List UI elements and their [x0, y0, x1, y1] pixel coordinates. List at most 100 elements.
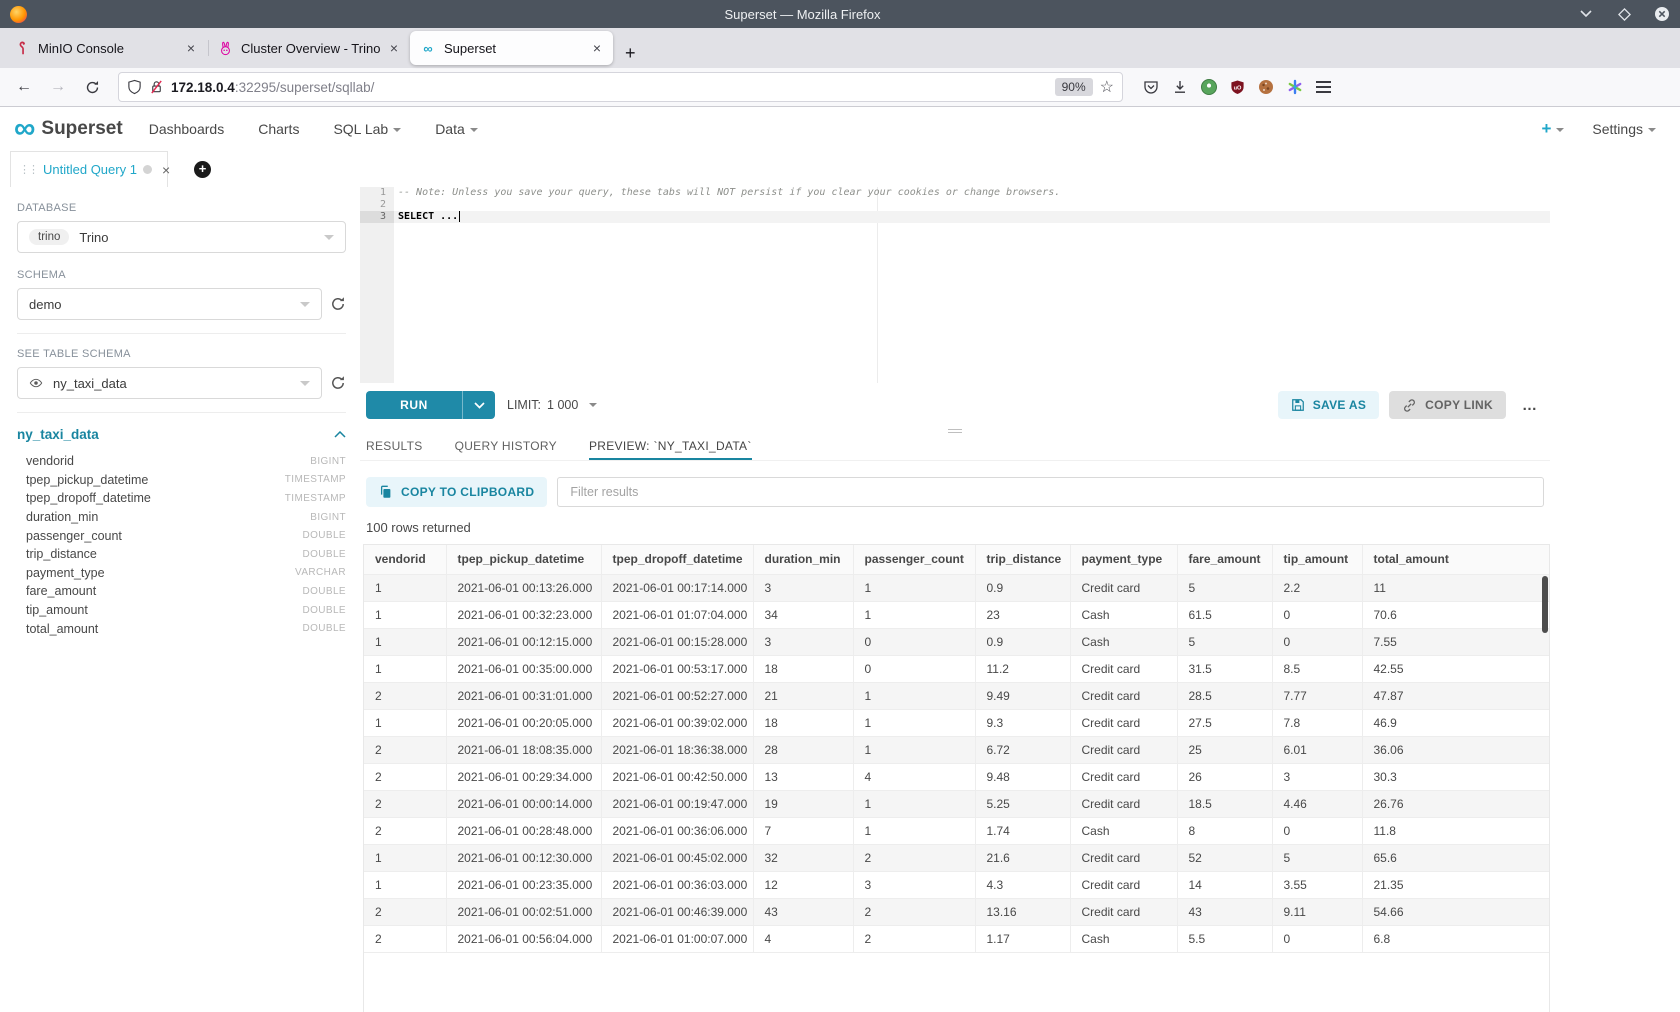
column-type: VARCHAR [295, 567, 346, 578]
drag-handle-icon[interactable]: ⋮⋮ [19, 163, 37, 176]
nav-item-dashboards[interactable]: Dashboards [149, 121, 225, 137]
pocket-icon[interactable] [1143, 79, 1159, 95]
column-name: payment_type [26, 566, 105, 580]
add-new-button[interactable]: + [1541, 119, 1564, 139]
copy-to-clipboard-button[interactable]: COPY TO CLIPBOARD [366, 477, 547, 507]
table-header-cell[interactable]: trip_distance [975, 545, 1070, 574]
window-minimize-icon[interactable] [1578, 6, 1594, 22]
window-maximize-icon[interactable] [1616, 6, 1632, 22]
table-header-cell[interactable]: fare_amount [1177, 545, 1272, 574]
schema-column-row[interactable]: passenger_countDOUBLE [17, 526, 346, 545]
window-close-icon[interactable] [1654, 6, 1670, 22]
table-row[interactable]: 12021-06-01 00:12:15.0002021-06-01 00:15… [364, 628, 1549, 655]
table-select[interactable]: ny_taxi_data [17, 367, 322, 399]
browser-tab-superset[interactable]: ∞ Superset × [410, 31, 613, 65]
add-query-tab-button[interactable]: + [194, 151, 211, 187]
table-header-cell[interactable]: tpep_pickup_datetime [446, 545, 601, 574]
tab-close-icon[interactable]: × [386, 40, 402, 56]
table-cell: 2021-06-01 00:53:17.000 [601, 655, 753, 682]
tab-query-history[interactable]: QUERY HISTORY [455, 435, 557, 460]
refresh-schemas-icon[interactable] [330, 296, 346, 312]
tab-close-icon[interactable]: × [589, 40, 605, 56]
table-row[interactable]: 22021-06-01 00:00:14.0002021-06-01 00:19… [364, 790, 1549, 817]
browser-tab-minio[interactable]: MinIO Console × [4, 31, 207, 65]
nav-item-data[interactable]: Data [435, 121, 478, 137]
schema-column-row[interactable]: tpep_dropoff_datetimeTIMESTAMP [17, 489, 346, 508]
schema-column-row[interactable]: vendoridBIGINT [17, 452, 346, 471]
table-header-cell[interactable]: duration_min [753, 545, 853, 574]
tab-close-icon[interactable]: × [183, 40, 199, 56]
more-options-button[interactable]: … [1516, 397, 1544, 414]
database-select[interactable]: trino Trino [17, 221, 346, 253]
ublock-icon[interactable]: uO [1230, 79, 1245, 95]
collapse-chevron-up-icon[interactable] [334, 431, 346, 438]
run-query-button[interactable]: RUN [366, 391, 495, 419]
nav-item-sql-lab[interactable]: SQL Lab [333, 121, 401, 137]
bookmark-star-icon[interactable]: ☆ [1100, 77, 1114, 97]
cookie-extension-icon[interactable] [1258, 79, 1274, 95]
table-row[interactable]: 12021-06-01 00:13:26.0002021-06-01 00:17… [364, 574, 1549, 601]
run-options-chevron-icon[interactable] [463, 391, 495, 419]
tab-results[interactable]: RESULTS [366, 435, 423, 460]
table-row[interactable]: 22021-06-01 00:31:01.0002021-06-01 00:52… [364, 682, 1549, 709]
nav-item-charts[interactable]: Charts [258, 121, 299, 137]
new-tab-button[interactable]: + [613, 43, 648, 68]
table-name-heading[interactable]: ny_taxi_data [17, 427, 99, 442]
table-header-cell[interactable]: vendorid [364, 545, 446, 574]
menu-hamburger-icon[interactable] [1316, 81, 1331, 92]
schema-column-row[interactable]: tpep_pickup_datetimeTIMESTAMP [17, 471, 346, 490]
table-header-cell[interactable]: total_amount [1362, 545, 1549, 574]
query-tab-close-icon[interactable]: × [162, 162, 170, 178]
column-type: DOUBLE [302, 623, 346, 634]
table-cell: 2021-06-01 18:36:38.000 [601, 736, 753, 763]
save-as-button[interactable]: SAVE AS [1278, 391, 1379, 419]
table-row[interactable]: 12021-06-01 00:23:35.0002021-06-01 00:36… [364, 871, 1549, 898]
schema-column-row[interactable]: fare_amountDOUBLE [17, 582, 346, 601]
table-row[interactable]: 12021-06-01 00:20:05.0002021-06-01 00:39… [364, 709, 1549, 736]
table-row[interactable]: 22021-06-01 00:29:34.0002021-06-01 00:42… [364, 763, 1549, 790]
save-icon [1291, 398, 1305, 412]
table-header-cell[interactable]: payment_type [1070, 545, 1177, 574]
table-row[interactable]: 22021-06-01 00:28:48.0002021-06-01 00:36… [364, 817, 1549, 844]
schema-column-row[interactable]: payment_type VARCHAR [17, 564, 346, 583]
limit-dropdown[interactable]: LIMIT: 1 000 [507, 398, 597, 412]
sql-editor[interactable]: 1 -- Note: Unless you save your query, t… [360, 187, 1550, 383]
query-tab-active[interactable]: ⋮⋮ Untitled Query 1 × [10, 151, 168, 187]
browser-tab-trino[interactable]: Cluster Overview - Trino × [207, 31, 410, 65]
table-cell: 23 [975, 601, 1070, 628]
superset-logo[interactable]: ∞ Superset [14, 115, 123, 143]
table-cell: 2021-06-01 01:00:07.000 [601, 925, 753, 952]
filter-results-input[interactable] [557, 477, 1544, 507]
multicolor-asterisk-extension-icon[interactable] [1287, 79, 1303, 95]
extension-green-icon[interactable] [1201, 79, 1217, 95]
refresh-tables-icon[interactable] [330, 375, 346, 391]
tab-preview-ny-taxi-data[interactable]: PREVIEW: `NY_TAXI_DATA` [589, 435, 752, 460]
table-row[interactable]: 12021-06-01 00:32:23.0002021-06-01 01:07… [364, 601, 1549, 628]
schema-column-row[interactable]: total_amountDOUBLE [17, 619, 346, 638]
url-text[interactable]: 172.18.0.4:32295/superset/sqllab/ [171, 80, 1048, 95]
table-row[interactable]: 22021-06-01 00:56:04.0002021-06-01 01:00… [364, 925, 1549, 952]
table-row[interactable]: 22021-06-01 18:08:35.0002021-06-01 18:36… [364, 736, 1549, 763]
insecure-lock-icon[interactable] [149, 79, 164, 95]
schema-column-row[interactable]: duration_minBIGINT [17, 508, 346, 527]
schema-column-row[interactable]: tip_amountDOUBLE [17, 601, 346, 620]
schema-column-row[interactable]: trip_distanceDOUBLE [17, 545, 346, 564]
shield-icon[interactable] [127, 79, 142, 95]
table-cell: 11.2 [975, 655, 1070, 682]
settings-menu[interactable]: Settings [1592, 121, 1656, 137]
copy-link-button[interactable]: COPY LINK [1389, 391, 1506, 419]
zoom-level-badge[interactable]: 90% [1055, 78, 1093, 96]
table-header-cell[interactable]: tpep_dropoff_datetime [601, 545, 753, 574]
url-bar[interactable]: 172.18.0.4:32295/superset/sqllab/ 90% ☆ [118, 72, 1123, 102]
pane-splitter[interactable] [360, 427, 1550, 435]
table-row[interactable]: 22021-06-01 00:02:51.0002021-06-01 00:46… [364, 898, 1549, 925]
downloads-icon[interactable] [1172, 79, 1188, 95]
table-row[interactable]: 12021-06-01 00:12:30.0002021-06-01 00:45… [364, 844, 1549, 871]
table-header-cell[interactable]: passenger_count [853, 545, 975, 574]
schema-select[interactable]: demo [17, 288, 322, 320]
table-scrollbar-thumb[interactable] [1542, 576, 1548, 633]
reload-icon[interactable] [78, 73, 106, 101]
table-row[interactable]: 12021-06-01 00:35:00.0002021-06-01 00:53… [364, 655, 1549, 682]
back-icon[interactable]: ← [10, 73, 38, 101]
table-header-cell[interactable]: tip_amount [1272, 545, 1362, 574]
